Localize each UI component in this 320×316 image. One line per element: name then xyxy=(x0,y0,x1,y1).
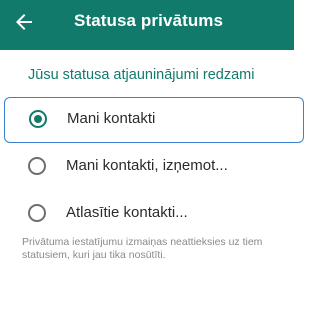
app-bar: Statusa privātums xyxy=(0,0,294,50)
section-header: Jūsu statusa atjauninājumi redzami xyxy=(28,67,255,83)
radio-unselected-icon[interactable] xyxy=(28,157,46,175)
page-title: Statusa privātums xyxy=(74,11,224,30)
radio-unselected-icon[interactable] xyxy=(28,204,46,222)
radio-selected-icon[interactable] xyxy=(29,110,47,128)
option-selected-contacts[interactable]: Atlasītie kontakti... xyxy=(0,193,294,233)
back-button[interactable] xyxy=(12,10,36,34)
option-label: Mani kontakti xyxy=(67,110,156,127)
option-my-contacts[interactable]: Mani kontakti xyxy=(4,97,304,143)
option-label: Mani kontakti, izņemot... xyxy=(66,157,228,174)
privacy-footnote: Privātuma iestatījumu izmaiņas neattieks… xyxy=(22,236,263,261)
option-my-contacts-except[interactable]: Mani kontakti, izņemot... xyxy=(0,146,294,186)
option-label: Atlasītie kontakti... xyxy=(66,204,188,221)
arrow-left-icon xyxy=(16,14,32,30)
